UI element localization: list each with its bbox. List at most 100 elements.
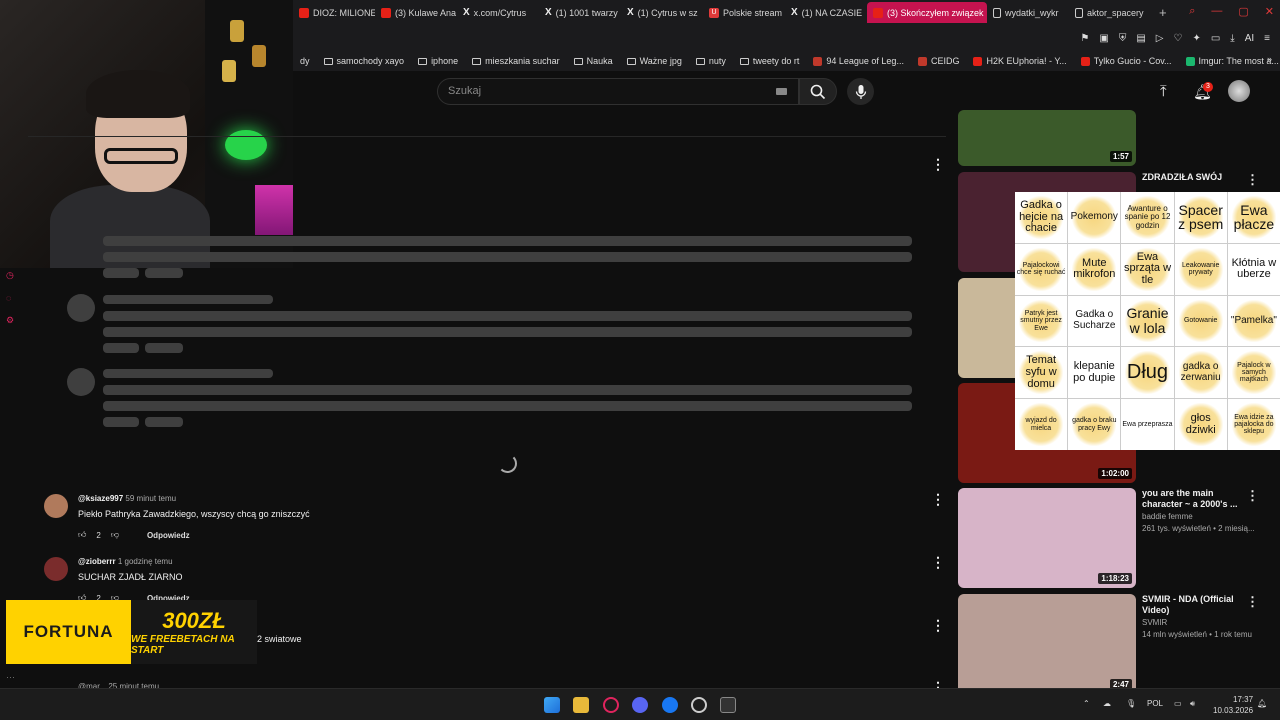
file-explorer-icon[interactable]	[573, 697, 589, 713]
chevron-up-icon[interactable]: ⌃	[1083, 699, 1090, 708]
language-indicator[interactable]: POL	[1147, 699, 1163, 708]
comment-author[interactable]: @zioberrr 1 godzinę temu	[78, 557, 173, 566]
bookmark-item[interactable]: Tylko Gucio - Cov...	[1074, 56, 1179, 66]
tab-9[interactable]: aktor_spacery	[1069, 2, 1151, 23]
bingo-cell-text: Gadka o hejcie na chacie	[1019, 199, 1064, 235]
account-avatar[interactable]	[1228, 80, 1250, 102]
maximize-icon[interactable]: ▢	[1238, 5, 1248, 18]
bookmark-item[interactable]: Ważne jpg	[620, 56, 689, 66]
more-options-icon[interactable]: ⋮	[931, 157, 945, 171]
related-video[interactable]: 2:47 SVMIR - NDA (Official Video) ⋮ SVMIR 14…	[958, 594, 1268, 694]
bookmark-item[interactable]: H2K EUphoria! - Y...	[966, 56, 1073, 66]
bookmark-item[interactable]: tweety do rt	[733, 56, 807, 66]
mic-tray-icon[interactable]: 🎙︎	[1126, 699, 1136, 708]
x-icon: X	[627, 7, 634, 18]
comment-menu-icon[interactable]: ⋮	[931, 618, 945, 632]
tab-7[interactable]: (3) Skończyłem związek	[867, 2, 987, 23]
video-menu-icon[interactable]: ⋮	[1246, 594, 1259, 610]
video-title[interactable]: ZDRADZIŁA SWÓJ	[1142, 172, 1252, 183]
tab-1[interactable]: (3) Kulawe Ana	[375, 2, 457, 23]
video-title[interactable]: you are the main character ~ a 2000's ..…	[1142, 488, 1252, 510]
upload-icon[interactable]: ⤒	[1160, 83, 1167, 100]
tab-8[interactable]: wydatki_wykr	[987, 2, 1069, 23]
avatar[interactable]	[44, 557, 68, 581]
video-channel[interactable]: baddie femme	[1142, 512, 1193, 521]
search-icon[interactable]: ⌕	[1189, 5, 1195, 18]
avatar[interactable]	[44, 494, 68, 518]
play-icon[interactable]: ▷	[1156, 33, 1164, 44]
trophy-icon	[252, 45, 266, 67]
comment-menu-icon[interactable]: ⋮	[931, 555, 945, 569]
menu-icon[interactable]: ≡	[1264, 33, 1270, 44]
notification-bell-icon[interactable]: 🔔︎	[1257, 699, 1267, 708]
bingo-cell-text: "Pamelka"	[1230, 314, 1277, 326]
bingo-cell: Ewa płacze	[1227, 192, 1280, 243]
video-menu-icon[interactable]: ⋮	[1246, 172, 1259, 188]
opera-gx-icon[interactable]	[603, 697, 619, 713]
video-thumbnail[interactable]: 1:18:23	[958, 488, 1136, 588]
bookmark-item[interactable]: CEIDG	[911, 56, 967, 66]
tab-0[interactable]: DIOZ: MILIONE	[293, 2, 375, 23]
video-thumbnail[interactable]: 2:47	[958, 594, 1136, 694]
facebook-icon[interactable]	[662, 697, 678, 713]
obs-icon[interactable]	[691, 697, 707, 713]
video-menu-icon[interactable]: ⋮	[1246, 488, 1259, 504]
video-channel[interactable]: SVMIR	[1142, 618, 1167, 627]
ai-button[interactable]: AI	[1245, 33, 1254, 44]
window-controls: ⌕ — ▢ ✕	[1189, 5, 1274, 18]
bookmark-item[interactable]: 94 League of Leg...	[806, 56, 911, 66]
screenshot-icon[interactable]: ▣	[1099, 33, 1108, 44]
bookmark-item[interactable]: Imgur: The most a...	[1179, 56, 1280, 66]
bingo-cell: gadka o braku pracy Ewy	[1068, 399, 1121, 450]
minimize-icon[interactable]: —	[1211, 5, 1222, 18]
dislike-icon[interactable]: 👎︎	[111, 530, 119, 540]
imgur-icon	[1185, 56, 1195, 66]
discord-icon[interactable]	[632, 697, 648, 713]
bookmark-item[interactable]: nuty	[689, 56, 733, 66]
more-icon[interactable]: ···	[6, 672, 15, 682]
wallet-icon[interactable]: ▭	[1211, 33, 1220, 44]
new-tab-button[interactable]: +	[1151, 5, 1175, 20]
comment-author[interactable]: @ksiaze997 59 minut temu	[78, 494, 176, 503]
settings-icon[interactable]: ⚙	[6, 315, 14, 326]
monitor-icon[interactable]: ▭	[1174, 699, 1182, 708]
download-icon[interactable]: ⤓	[1230, 33, 1234, 44]
volume-icon[interactable]: 🔊︎	[1190, 699, 1195, 709]
bookmark-item[interactable]: mieszkania suchar	[465, 56, 567, 66]
video-thumbnail[interactable]: 1:57	[958, 110, 1136, 166]
tab-4[interactable]: X (1) Cytrus w sz	[621, 2, 703, 23]
video-title[interactable]: SVMIR - NDA (Official Video)	[1142, 594, 1252, 616]
sidebar-icon[interactable]: ▤	[1136, 33, 1145, 44]
clock-icon[interactable]: ◷	[6, 270, 14, 281]
search-button[interactable]	[799, 78, 837, 105]
related-video[interactable]: 1:18:23 you are the main character ~ a 20…	[958, 488, 1268, 588]
bookmark-item[interactable]: dy	[293, 56, 317, 66]
bookmark-item[interactable]: Nauka	[567, 56, 620, 66]
more-bookmarks-icon[interactable]: »	[1267, 54, 1272, 64]
bookmark-item[interactable]: iphone	[411, 56, 465, 66]
tab-label: x.com/Cytrus	[473, 7, 527, 18]
system-clock[interactable]: 17:37 10.03.2026	[1213, 694, 1253, 716]
tab-3[interactable]: X (1) 1001 twarzy	[539, 2, 621, 23]
like-icon[interactable]: 👍︎	[78, 530, 86, 540]
fortuna-ad[interactable]: FORTUNA 300ZŁ WE FREEBETACH NA START	[6, 600, 257, 664]
close-icon[interactable]: ✕	[1265, 5, 1274, 18]
bookmark-item[interactable]: samochody xayo	[317, 56, 412, 66]
comment-menu-icon[interactable]: ⋮	[931, 492, 945, 506]
terminal-icon[interactable]	[720, 697, 736, 713]
reply-button[interactable]: Odpowiedz	[147, 531, 190, 540]
heart-icon[interactable]: ♡	[1173, 33, 1182, 44]
tab-5[interactable]: U Polskie stream	[703, 2, 785, 23]
windows-start-icon[interactable]	[544, 697, 560, 713]
shield-icon[interactable]: ⛨	[1119, 33, 1127, 44]
youtube-icon	[299, 7, 309, 18]
search-input[interactable]: Szukaj	[437, 78, 799, 105]
voice-search-button[interactable]	[847, 78, 874, 105]
extensions-icon[interactable]: ✦	[1192, 33, 1200, 44]
network-tray-icon[interactable]: ☁	[1103, 699, 1111, 708]
tab-2[interactable]: Xx.com/Cytrus	[457, 2, 539, 23]
chat-icon[interactable]: ◌	[6, 293, 11, 303]
tab-6[interactable]: X (1) NA CZASIE	[785, 2, 867, 23]
keyboard-icon[interactable]	[776, 88, 787, 95]
bookmark-icon[interactable]: ⚑	[1080, 33, 1089, 44]
